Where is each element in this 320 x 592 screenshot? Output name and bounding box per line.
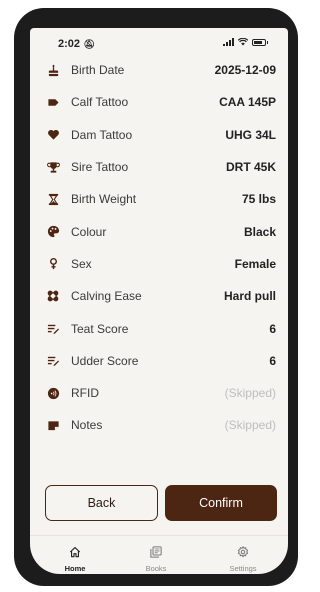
palette-icon [46, 225, 60, 239]
field-label: RFID [71, 386, 99, 401]
bottom-tab-bar: Home Books Settings [30, 535, 288, 574]
field-label: Teat Score [71, 321, 129, 336]
row-teat-score: Teat Score 6 [30, 312, 288, 344]
books-icon [150, 546, 162, 558]
row-birth-date: Birth Date 2025-12-09 [30, 54, 288, 86]
field-value: 6 [269, 353, 276, 368]
field-value: DRT 45K [225, 160, 276, 175]
scale-icon [46, 192, 60, 206]
bandage-icon [46, 289, 60, 303]
field-label: Birth Date [71, 63, 125, 78]
score-icon [46, 354, 60, 368]
tab-settings[interactable]: Settings [213, 546, 273, 573]
settings-icon [237, 546, 249, 558]
field-label: Colour [71, 224, 107, 239]
row-colour: Colour Black [30, 215, 288, 247]
rfid-icon [46, 386, 60, 400]
field-label: Sex [71, 256, 92, 271]
field-value: 6 [269, 321, 276, 336]
trophy-icon [46, 160, 60, 174]
home-icon [69, 546, 81, 558]
field-value: Hard pull [223, 289, 276, 304]
field-value: (Skipped) [224, 386, 276, 401]
wifi-icon [238, 38, 248, 46]
battery-icon [252, 38, 268, 46]
field-label: Sire Tattoo [71, 160, 129, 175]
field-value: Female [234, 256, 276, 271]
field-value: 2025-12-09 [214, 63, 276, 78]
row-birth-weight: Birth Weight 75 lbs [30, 183, 288, 215]
score-icon [46, 322, 60, 336]
row-calving-ease: Calving Ease Hard pull [30, 280, 288, 312]
field-value: 75 lbs [241, 192, 276, 207]
female-icon [46, 257, 60, 271]
row-udder-score: Udder Score 6 [30, 345, 288, 377]
tab-home[interactable]: Home [45, 546, 105, 573]
field-value: UHG 34L [225, 127, 276, 142]
row-sex: Sex Female [30, 248, 288, 280]
field-value: Black [243, 224, 276, 239]
tab-label: Settings [229, 564, 257, 573]
tab-label: Home [64, 564, 86, 573]
status-time: 2:02 🔕︎ [58, 38, 95, 50]
tag-icon [46, 95, 60, 109]
field-label: Dam Tattoo [71, 127, 133, 142]
back-button[interactable]: Back [45, 485, 158, 521]
status-icons [223, 38, 268, 46]
app-screen: 2:02 🔕︎ Birth Date 2025-12-09 Calf Tatto… [30, 28, 288, 574]
field-label: Udder Score [71, 353, 139, 368]
row-calf-tattoo: Calf Tattoo CAA 145P [30, 86, 288, 118]
row-rfid: RFID (Skipped) [30, 377, 288, 409]
row-sire-tattoo: Sire Tattoo DRT 45K [30, 151, 288, 183]
field-label: Birth Weight [71, 192, 137, 207]
field-value: CAA 145P [219, 95, 276, 110]
field-label: Notes [71, 418, 103, 433]
signal-icon [223, 38, 234, 46]
cake-icon [46, 63, 60, 77]
note-icon [46, 418, 60, 432]
field-label: Calf Tattoo [71, 95, 129, 110]
field-label: Calving Ease [71, 289, 142, 304]
confirm-button[interactable]: Confirm [165, 485, 277, 521]
row-notes: Notes (Skipped) [30, 409, 288, 441]
heart-icon [46, 128, 60, 142]
tab-books[interactable]: Books [126, 546, 186, 573]
tab-label: Books [145, 564, 167, 573]
summary-list: Birth Date 2025-12-09 Calf Tattoo CAA 14… [30, 54, 288, 442]
bell-off-icon: 🔕︎ [81, 39, 95, 49]
field-value: (Skipped) [224, 418, 276, 433]
row-dam-tattoo: Dam Tattoo UHG 34L [30, 119, 288, 151]
